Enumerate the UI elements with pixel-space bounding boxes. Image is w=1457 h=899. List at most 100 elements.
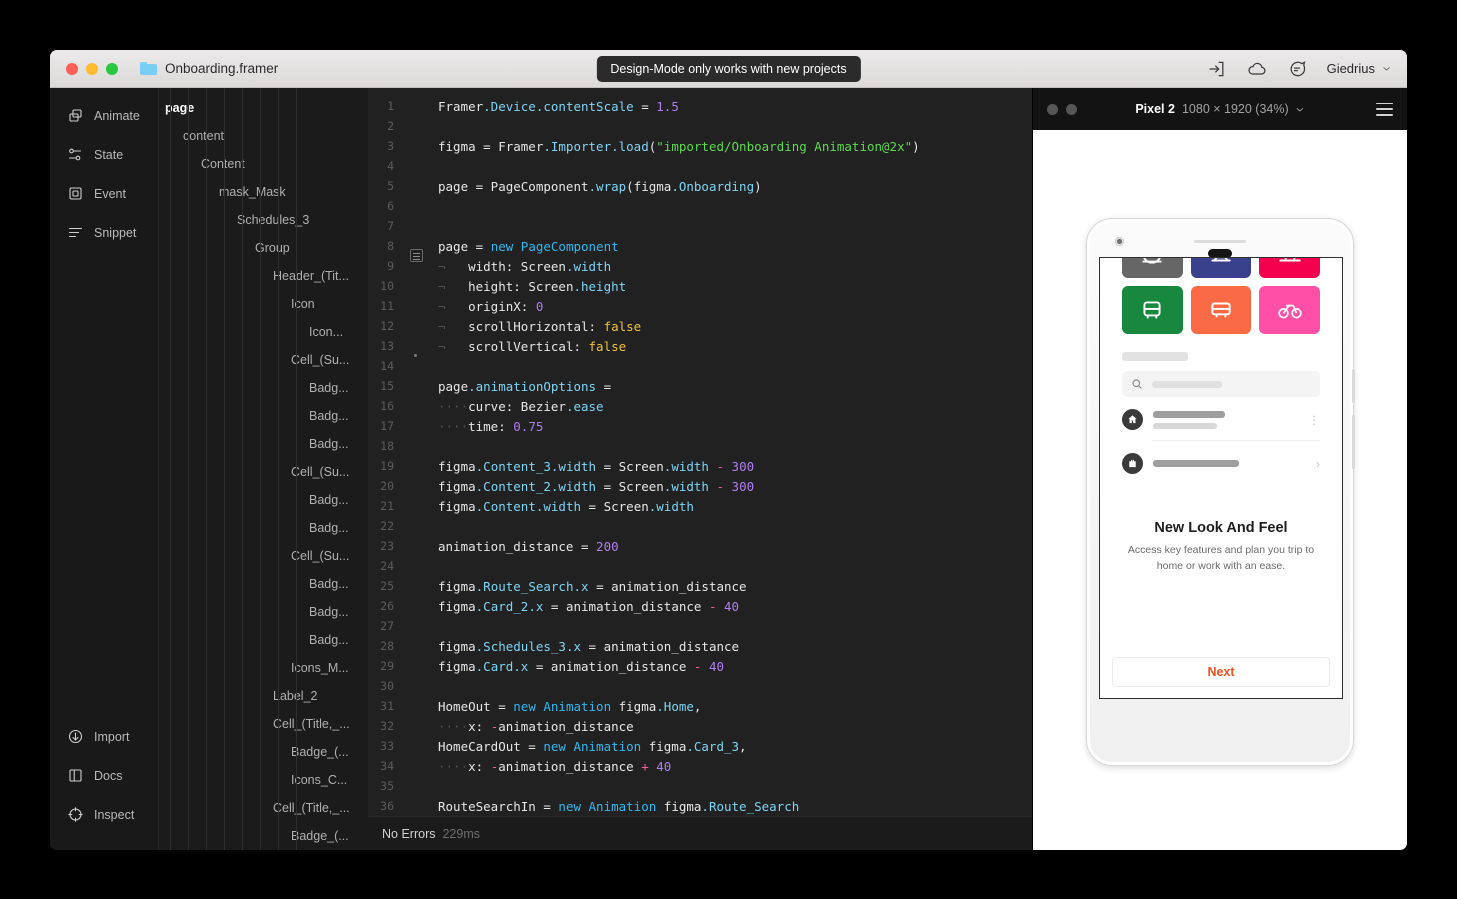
code-line[interactable]: 10 ¬ height: Screen.height [368, 276, 1032, 296]
preview-minimize-button[interactable] [1066, 103, 1077, 115]
code-line[interactable]: 24 [368, 556, 1032, 576]
code-editor[interactable]: 1 Framer.Device.contentScale = 1.5 2 3 figma… [368, 88, 1032, 850]
tree-item[interactable]: Badg... [159, 486, 368, 514]
comment-icon[interactable] [1287, 59, 1307, 79]
code-text: figma.Card.x = animation_distance - 40 [438, 658, 725, 674]
rail-item-animate[interactable]: Animate [50, 96, 158, 135]
code-line[interactable]: 33 HomeCardOut = new Animation figma.Card… [368, 736, 1032, 756]
tree-item[interactable]: Schedules_3 [159, 206, 368, 234]
code-line[interactable]: 31 HomeOut = new Animation figma.Home, [368, 696, 1032, 716]
rail-item-docs[interactable]: Docs [50, 756, 158, 795]
code-line[interactable]: 17 ····time: 0.75 [368, 416, 1032, 436]
tree-item[interactable]: Icon... [159, 318, 368, 346]
code-line[interactable]: 35 [368, 776, 1032, 796]
rail-item-inspect[interactable]: Inspect [50, 795, 158, 834]
code-line[interactable]: 21 figma.Content.width = Screen.width [368, 496, 1032, 516]
preview-close-button[interactable] [1047, 103, 1058, 115]
code-line[interactable]: 8 page = new PageComponent [368, 236, 1032, 262]
cloud-icon[interactable] [1247, 59, 1267, 79]
code-line[interactable]: 26 figma.Card_2.x = animation_distance - … [368, 596, 1032, 616]
user-menu[interactable]: Giedrius [1327, 61, 1391, 76]
next-button[interactable]: Next [1112, 657, 1330, 687]
code-line[interactable]: 18 [368, 436, 1032, 456]
tree-item[interactable]: Cell_(Su... [159, 542, 368, 570]
transport-tile[interactable] [1259, 258, 1320, 278]
layer-tree[interactable]: page content Content mask_Mask Schedules_3 Gr… [159, 88, 368, 850]
tree-item[interactable]: Label_2 [159, 682, 368, 710]
code-line[interactable]: 23 animation_distance = 200 [368, 536, 1032, 556]
code-line[interactable]: 9 ¬ width: Screen.width [368, 256, 1032, 276]
list-item-chevron-icon[interactable]: › [1316, 457, 1320, 471]
rail-item-snippet[interactable]: Snippet [50, 213, 158, 252]
tree-item[interactable]: Cell_(Su... [159, 458, 368, 486]
tree-item[interactable]: mask_Mask [159, 178, 368, 206]
code-line[interactable]: 20 figma.Content_2.width = Screen.width -… [368, 476, 1032, 496]
line-number: 15 [380, 379, 394, 393]
tree-item[interactable]: Icon [159, 290, 368, 318]
tree-item[interactable]: Group [159, 234, 368, 262]
close-button[interactable] [66, 62, 78, 75]
code-line[interactable]: 22 [368, 516, 1032, 536]
code-line[interactable]: 29 figma.Card.x = animation_distance - 40 [368, 656, 1032, 676]
maximize-button[interactable] [106, 62, 118, 75]
code-line[interactable]: 15 page.animationOptions = [368, 376, 1032, 396]
code-line[interactable]: 11 ¬ originX: 0 [368, 296, 1032, 316]
search-input[interactable] [1122, 371, 1320, 397]
code-line[interactable]: 34 ····x: -animation_distance + 40 [368, 756, 1032, 776]
code-fold-toggle-icon[interactable] [410, 249, 423, 262]
list-item[interactable]: ⋮ [1122, 409, 1320, 430]
list-item-more-icon[interactable]: ⋮ [1308, 413, 1320, 427]
tree-item[interactable]: Icons_C... [159, 766, 368, 794]
tree-item[interactable]: content [159, 122, 368, 150]
tree-item[interactable]: Header_(Tit... [159, 262, 368, 290]
rail-item-state[interactable]: State [50, 135, 158, 174]
code-line[interactable]: 13 ¬ scrollVertical: false [368, 336, 1032, 357]
code-line[interactable]: 28 figma.Schedules_3.x = animation_distan… [368, 636, 1032, 656]
hamburger-icon[interactable] [1376, 102, 1393, 116]
code-line[interactable]: 7 [368, 216, 1032, 236]
transport-tile[interactable] [1122, 286, 1183, 334]
code-line[interactable]: 30 [368, 676, 1032, 696]
tree-item[interactable]: Badg... [159, 374, 368, 402]
transport-tile[interactable] [1259, 286, 1320, 334]
code-line[interactable]: 25 figma.Route_Search.x = animation_dista… [368, 576, 1032, 596]
tree-item[interactable]: Badg... [159, 598, 368, 626]
code-line[interactable]: 5 page = PageComponent.wrap(figma.Onboard… [368, 176, 1032, 196]
tree-item[interactable]: Badge_(... [159, 738, 368, 766]
minimize-button[interactable] [86, 62, 98, 75]
tree-item[interactable]: page [159, 94, 368, 122]
transport-tile[interactable] [1190, 286, 1252, 334]
code-line[interactable]: 16 ····curve: Bezier.ease [368, 396, 1032, 416]
tree-item[interactable]: Badg... [159, 626, 368, 654]
code-line[interactable]: 14 [368, 356, 1032, 376]
code-line[interactable]: 1 Framer.Device.contentScale = 1.5 [368, 96, 1032, 116]
code-line[interactable]: 4 [368, 156, 1032, 176]
tree-item[interactable]: Badge_(... [159, 822, 368, 850]
rail-item-event[interactable]: Event [50, 174, 158, 213]
code-line[interactable]: 6 [368, 196, 1032, 216]
rail-item-import[interactable]: Import [50, 717, 158, 756]
code-line[interactable]: 3 figma = Framer.Importer.load("imported/… [368, 136, 1032, 156]
tree-item[interactable]: Badg... [159, 570, 368, 598]
tree-item[interactable]: Cell_(Title,_... [159, 794, 368, 822]
tree-item[interactable]: Content [159, 150, 368, 178]
code-line[interactable]: 12 ¬ scrollHorizontal: false [368, 316, 1032, 336]
device-screen[interactable]: ⋮ › New Look And Feel Access key feature… [1099, 257, 1343, 699]
tree-item[interactable]: Badg... [159, 430, 368, 458]
export-icon[interactable] [1207, 59, 1227, 79]
code-line[interactable]: 27 [368, 616, 1032, 636]
tree-item[interactable]: Cell_(Su... [159, 346, 368, 374]
code-line[interactable]: 19 figma.Content_3.width = Screen.width -… [368, 456, 1032, 476]
code-line[interactable]: 2 [368, 116, 1032, 136]
transport-tile[interactable] [1122, 258, 1183, 278]
tree-item[interactable]: Icons_M... [159, 654, 368, 682]
list-item[interactable]: › [1122, 453, 1320, 474]
transport-tile[interactable] [1190, 258, 1252, 278]
code-line[interactable]: 36 RouteSearchIn = new Animation figma.Ro… [368, 796, 1032, 816]
tree-item[interactable]: Badg... [159, 514, 368, 542]
tree-item[interactable]: Badg... [159, 402, 368, 430]
tree-item[interactable]: Cell_(Title,_... [159, 710, 368, 738]
device-selector[interactable]: Pixel 2 1080 × 1920 (34%) [1135, 102, 1304, 116]
code-line[interactable]: 32 ····x: -animation_distance [368, 716, 1032, 736]
code-lines[interactable]: 1 Framer.Device.contentScale = 1.5 2 3 figma… [368, 88, 1032, 816]
